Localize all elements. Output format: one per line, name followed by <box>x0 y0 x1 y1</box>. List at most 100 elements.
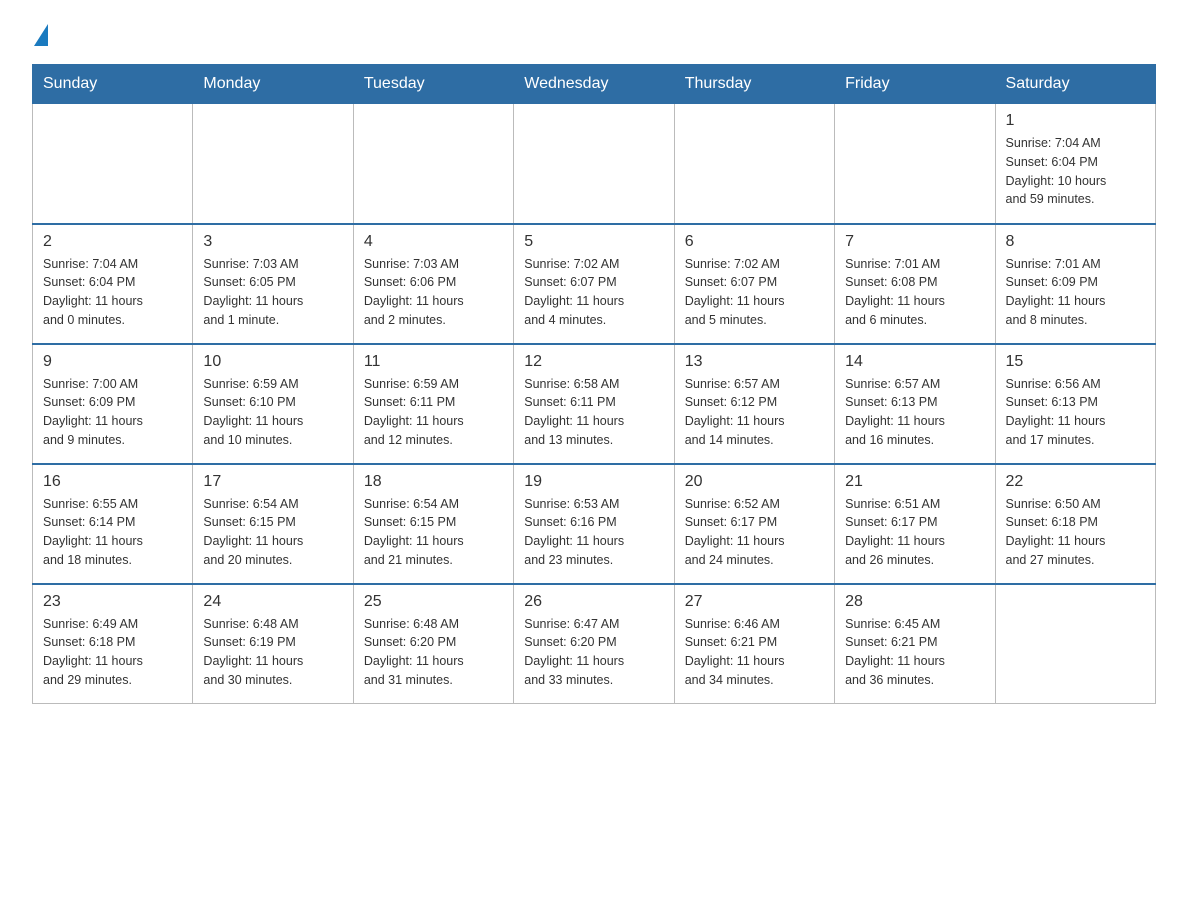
table-row: 12 Sunrise: 6:58 AMSunset: 6:11 PMDayligh… <box>514 344 674 464</box>
day-info: Sunrise: 6:58 AMSunset: 6:11 PMDaylight:… <box>524 375 663 450</box>
day-info: Sunrise: 6:45 AMSunset: 6:21 PMDaylight:… <box>845 615 984 690</box>
day-info: Sunrise: 7:04 AMSunset: 6:04 PMDaylight:… <box>43 255 182 330</box>
calendar-week-row: 1 Sunrise: 7:04 AMSunset: 6:04 PMDaylight… <box>33 104 1156 224</box>
calendar-table: Sunday Monday Tuesday Wednesday Thursday… <box>32 64 1156 704</box>
day-info: Sunrise: 6:48 AMSunset: 6:19 PMDaylight:… <box>203 615 342 690</box>
day-info: Sunrise: 6:47 AMSunset: 6:20 PMDaylight:… <box>524 615 663 690</box>
day-number: 2 <box>43 233 182 251</box>
calendar-header-row: Sunday Monday Tuesday Wednesday Thursday… <box>33 65 1156 104</box>
logo <box>32 24 48 46</box>
day-number: 11 <box>364 353 503 371</box>
table-row: 9 Sunrise: 7:00 AMSunset: 6:09 PMDaylight… <box>33 344 193 464</box>
table-row: 24 Sunrise: 6:48 AMSunset: 6:19 PMDayligh… <box>193 584 353 704</box>
day-number: 27 <box>685 593 824 611</box>
day-number: 20 <box>685 473 824 491</box>
table-row: 4 Sunrise: 7:03 AMSunset: 6:06 PMDaylight… <box>353 224 513 344</box>
day-info: Sunrise: 6:52 AMSunset: 6:17 PMDaylight:… <box>685 495 824 570</box>
table-row: 22Sunrise: 6:50 AMSunset: 6:18 PMDayligh… <box>995 464 1155 584</box>
header-tuesday: Tuesday <box>353 65 513 104</box>
day-info: Sunrise: 7:02 AMSunset: 6:07 PMDaylight:… <box>685 255 824 330</box>
day-number: 1 <box>1006 112 1145 130</box>
header-friday: Friday <box>835 65 995 104</box>
day-number: 26 <box>524 593 663 611</box>
table-row: 13 Sunrise: 6:57 AMSunset: 6:12 PMDayligh… <box>674 344 834 464</box>
table-row <box>514 104 674 224</box>
table-row <box>33 104 193 224</box>
day-info: Sunrise: 6:59 AMSunset: 6:11 PMDaylight:… <box>364 375 503 450</box>
header-monday: Monday <box>193 65 353 104</box>
header-saturday: Saturday <box>995 65 1155 104</box>
day-number: 18 <box>364 473 503 491</box>
day-number: 21 <box>845 473 984 491</box>
day-info: Sunrise: 6:54 AMSunset: 6:15 PMDaylight:… <box>203 495 342 570</box>
day-number: 5 <box>524 233 663 251</box>
logo-triangle-icon <box>34 24 48 46</box>
table-row: 15Sunrise: 6:56 AMSunset: 6:13 PMDayligh… <box>995 344 1155 464</box>
day-info: Sunrise: 7:00 AMSunset: 6:09 PMDaylight:… <box>43 375 182 450</box>
day-number: 4 <box>364 233 503 251</box>
table-row: 19 Sunrise: 6:53 AMSunset: 6:16 PMDayligh… <box>514 464 674 584</box>
day-number: 8 <box>1006 233 1145 251</box>
day-info: Sunrise: 7:03 AMSunset: 6:05 PMDaylight:… <box>203 255 342 330</box>
table-row: 20 Sunrise: 6:52 AMSunset: 6:17 PMDayligh… <box>674 464 834 584</box>
day-number: 7 <box>845 233 984 251</box>
day-info: Sunrise: 6:46 AMSunset: 6:21 PMDaylight:… <box>685 615 824 690</box>
table-row: 8Sunrise: 7:01 AMSunset: 6:09 PMDaylight… <box>995 224 1155 344</box>
header-thursday: Thursday <box>674 65 834 104</box>
day-number: 24 <box>203 593 342 611</box>
table-row: 21 Sunrise: 6:51 AMSunset: 6:17 PMDayligh… <box>835 464 995 584</box>
table-row: 10 Sunrise: 6:59 AMSunset: 6:10 PMDayligh… <box>193 344 353 464</box>
table-row: 5 Sunrise: 7:02 AMSunset: 6:07 PMDaylight… <box>514 224 674 344</box>
day-number: 16 <box>43 473 182 491</box>
table-row: 27 Sunrise: 6:46 AMSunset: 6:21 PMDayligh… <box>674 584 834 704</box>
table-row: 17 Sunrise: 6:54 AMSunset: 6:15 PMDayligh… <box>193 464 353 584</box>
table-row <box>835 104 995 224</box>
table-row: 7 Sunrise: 7:01 AMSunset: 6:08 PMDaylight… <box>835 224 995 344</box>
day-number: 6 <box>685 233 824 251</box>
page-header <box>32 24 1156 46</box>
table-row: 11 Sunrise: 6:59 AMSunset: 6:11 PMDayligh… <box>353 344 513 464</box>
day-number: 23 <box>43 593 182 611</box>
table-row <box>353 104 513 224</box>
table-row <box>995 584 1155 704</box>
table-row: 3Sunrise: 7:03 AMSunset: 6:05 PMDaylight… <box>193 224 353 344</box>
calendar-week-row: 9 Sunrise: 7:00 AMSunset: 6:09 PMDaylight… <box>33 344 1156 464</box>
day-info: Sunrise: 6:57 AMSunset: 6:12 PMDaylight:… <box>685 375 824 450</box>
day-info: Sunrise: 7:02 AMSunset: 6:07 PMDaylight:… <box>524 255 663 330</box>
table-row <box>193 104 353 224</box>
day-info: Sunrise: 7:01 AMSunset: 6:08 PMDaylight:… <box>845 255 984 330</box>
day-number: 25 <box>364 593 503 611</box>
day-number: 13 <box>685 353 824 371</box>
day-info: Sunrise: 6:59 AMSunset: 6:10 PMDaylight:… <box>203 375 342 450</box>
day-number: 9 <box>43 353 182 371</box>
day-info: Sunrise: 6:49 AMSunset: 6:18 PMDaylight:… <box>43 615 182 690</box>
table-row: 23 Sunrise: 6:49 AMSunset: 6:18 PMDayligh… <box>33 584 193 704</box>
day-info: Sunrise: 6:48 AMSunset: 6:20 PMDaylight:… <box>364 615 503 690</box>
day-info: Sunrise: 6:51 AMSunset: 6:17 PMDaylight:… <box>845 495 984 570</box>
table-row: 14 Sunrise: 6:57 AMSunset: 6:13 PMDayligh… <box>835 344 995 464</box>
calendar-week-row: 2 Sunrise: 7:04 AMSunset: 6:04 PMDaylight… <box>33 224 1156 344</box>
day-info: Sunrise: 6:53 AMSunset: 6:16 PMDaylight:… <box>524 495 663 570</box>
day-number: 22 <box>1006 473 1145 491</box>
day-number: 28 <box>845 593 984 611</box>
table-row: 2 Sunrise: 7:04 AMSunset: 6:04 PMDaylight… <box>33 224 193 344</box>
day-info: Sunrise: 7:03 AMSunset: 6:06 PMDaylight:… <box>364 255 503 330</box>
day-number: 14 <box>845 353 984 371</box>
day-info: Sunrise: 7:04 AMSunset: 6:04 PMDaylight:… <box>1006 134 1145 209</box>
day-number: 19 <box>524 473 663 491</box>
day-number: 17 <box>203 473 342 491</box>
table-row: 18 Sunrise: 6:54 AMSunset: 6:15 PMDayligh… <box>353 464 513 584</box>
day-number: 12 <box>524 353 663 371</box>
table-row: 28 Sunrise: 6:45 AMSunset: 6:21 PMDayligh… <box>835 584 995 704</box>
day-number: 15 <box>1006 353 1145 371</box>
table-row: 6 Sunrise: 7:02 AMSunset: 6:07 PMDaylight… <box>674 224 834 344</box>
table-row <box>674 104 834 224</box>
calendar-week-row: 23 Sunrise: 6:49 AMSunset: 6:18 PMDayligh… <box>33 584 1156 704</box>
day-info: Sunrise: 6:57 AMSunset: 6:13 PMDaylight:… <box>845 375 984 450</box>
table-row: 26 Sunrise: 6:47 AMSunset: 6:20 PMDayligh… <box>514 584 674 704</box>
day-number: 10 <box>203 353 342 371</box>
table-row: 1 Sunrise: 7:04 AMSunset: 6:04 PMDaylight… <box>995 104 1155 224</box>
table-row: 25 Sunrise: 6:48 AMSunset: 6:20 PMDayligh… <box>353 584 513 704</box>
header-sunday: Sunday <box>33 65 193 104</box>
day-info: Sunrise: 6:54 AMSunset: 6:15 PMDaylight:… <box>364 495 503 570</box>
